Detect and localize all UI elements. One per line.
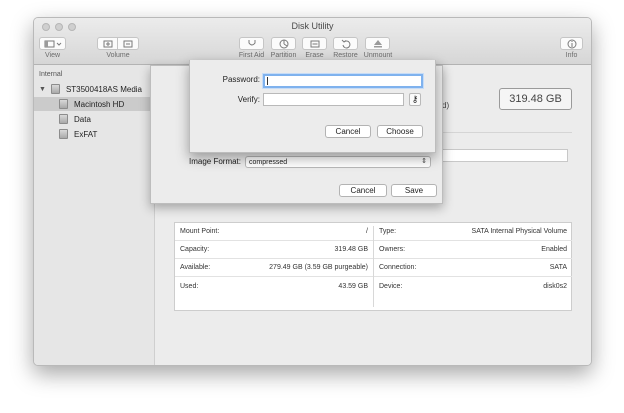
save-sheet-cancel-button[interactable]: Cancel [339, 184, 387, 197]
sidebar-item-data[interactable]: Data [34, 112, 154, 126]
remove-volume-icon [123, 40, 133, 48]
sidebar-item-exfat[interactable]: ExFAT [34, 127, 154, 141]
info-row-value: disk0s2 [543, 282, 567, 290]
info-row-value: SATA [549, 264, 567, 271]
sidebar-header-internal: Internal [39, 71, 63, 78]
info-row-value: 319.48 GB [334, 246, 368, 253]
volume-icon [59, 114, 68, 124]
view-button[interactable] [39, 37, 66, 50]
sidebar-disk-label: ST3500418AS Media [65, 84, 142, 94]
unmount-button[interactable] [365, 37, 390, 50]
info-row: Capacity: 319.48 GB [175, 241, 373, 259]
disclosure-triangle-icon[interactable]: ▼ [39, 86, 46, 93]
info-row-label: Mount Point: [180, 228, 220, 235]
info-row-value: Enabled [541, 246, 567, 253]
remove-volume-button[interactable] [118, 37, 139, 50]
image-format-label: Image Format: [188, 157, 241, 166]
info-row-label: Available: [180, 264, 211, 271]
verify-field[interactable] [263, 93, 404, 106]
info-row-value: / [366, 228, 368, 235]
info-table: Mount Point: / Capacity: 319.48 GB Avail… [174, 222, 572, 311]
restore-button[interactable] [333, 37, 358, 50]
info-row-value: 279.49 GB (3.59 GB purgeable) [269, 264, 368, 271]
info-row-label: Owners: [379, 246, 406, 253]
unmount-group [365, 37, 390, 50]
view-button-group [39, 37, 66, 50]
key-icon: ⚷ [411, 94, 419, 104]
volume-button-group [97, 37, 139, 50]
info-row-label: Device: [379, 282, 403, 290]
partition-group [271, 37, 296, 50]
restore-label: Restore [333, 52, 358, 59]
volume-icon [59, 129, 68, 139]
verify-label: Verify: [237, 95, 260, 104]
password-assistant-button[interactable]: ⚷ [409, 93, 421, 106]
info-column-right: Type: SATA Internal Physical Volume Owne… [374, 223, 572, 310]
info-row-label: Type: [379, 228, 397, 235]
info-row: Used: 43.59 GB [175, 277, 373, 295]
sidebar-volume-label: Macintosh HD [74, 99, 125, 109]
info-row: Device: disk0s2 [374, 277, 572, 295]
sidebar-item-disk[interactable]: ▼ ST3500418AS Media [34, 82, 154, 96]
image-format-select[interactable]: compressed ⇕ [245, 156, 431, 168]
first-aid-button[interactable] [239, 37, 264, 50]
erase-label: Erase [305, 52, 324, 59]
info-row: Mount Point: / [175, 223, 373, 241]
titlebar: Disk Utility View Volume First Aid Parti… [34, 18, 591, 65]
erase-button[interactable] [302, 37, 327, 50]
erase-group [302, 37, 327, 50]
info-row-label: Connection: [379, 264, 417, 271]
restore-group [333, 37, 358, 50]
text-caret [267, 77, 268, 85]
first-aid-group [239, 37, 264, 50]
stethoscope-icon [248, 40, 255, 46]
info-button[interactable] [560, 37, 583, 50]
info-row-label: Used: [180, 282, 199, 290]
sidebar: Internal ▼ ST3500418AS Media Macintosh H… [34, 65, 155, 365]
choose-button[interactable]: Choose [377, 125, 423, 138]
volume-icon [59, 99, 68, 109]
background-field [442, 149, 568, 162]
hard-disk-icon [50, 84, 60, 94]
first-aid-label: First Aid [238, 52, 265, 59]
volume-subtitle-fragment: d) [442, 101, 450, 110]
partition-button[interactable] [271, 37, 296, 50]
info-row-value: SATA Internal Physical Volume [471, 228, 567, 235]
info-row: Available: 279.49 GB (3.59 GB purgeable) [175, 259, 373, 277]
eject-icon [373, 39, 382, 47]
partition-label: Partition [270, 52, 297, 59]
password-label: Password: [222, 75, 260, 84]
info-icon [567, 39, 576, 48]
sidebar-volume-label: ExFAT [74, 129, 98, 139]
volume-label: Volume [106, 52, 130, 59]
restore-arrow-icon [341, 39, 350, 48]
info-row: Type: SATA Internal Physical Volume [374, 223, 572, 241]
image-format-value: compressed [249, 158, 288, 166]
info-label: Info [565, 52, 578, 59]
partition-pie-icon [279, 39, 288, 48]
info-group [560, 37, 583, 50]
window-title: Disk Utility [291, 21, 334, 31]
capacity-badge: 319.48 GB [499, 88, 572, 110]
password-cancel-button[interactable]: Cancel [325, 125, 371, 138]
info-row-label: Capacity: [180, 246, 210, 253]
save-button[interactable]: Save [391, 184, 437, 197]
info-row: Connection: SATA [374, 259, 572, 277]
password-field[interactable] [263, 74, 423, 88]
unmount-label: Unmount [363, 52, 393, 59]
erase-disk-icon [310, 40, 319, 47]
info-column-left: Mount Point: / Capacity: 319.48 GB Avail… [175, 223, 373, 310]
sidebar-volume-label: Data [74, 114, 91, 124]
select-arrows-icon: ⇕ [421, 158, 427, 165]
add-volume-icon [103, 40, 112, 48]
add-volume-button[interactable] [97, 37, 118, 50]
info-row: Owners: Enabled [374, 241, 572, 259]
sidebar-view-icon [44, 40, 61, 47]
sidebar-item-macintosh-hd[interactable]: Macintosh HD [34, 97, 154, 111]
view-label: View [44, 52, 61, 59]
password-sheet: Password: Verify: ⚷ Cancel Choose [189, 60, 436, 153]
info-row-value: 43.59 GB [338, 282, 368, 290]
